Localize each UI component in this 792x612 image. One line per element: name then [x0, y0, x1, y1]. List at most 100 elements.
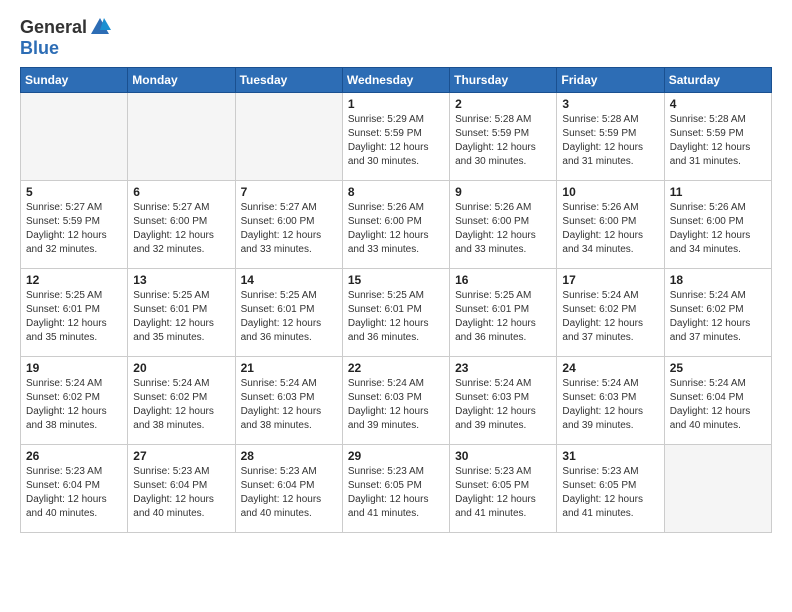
day-number: 1: [348, 97, 444, 111]
day-number: 13: [133, 273, 229, 287]
col-header-tuesday: Tuesday: [235, 68, 342, 93]
day-cell: 19 Sunrise: 5:24 AMSunset: 6:02 PMDayligh…: [21, 357, 128, 445]
day-cell: 25 Sunrise: 5:24 AMSunset: 6:04 PMDayligh…: [664, 357, 771, 445]
day-cell: 13 Sunrise: 5:25 AMSunset: 6:01 PMDayligh…: [128, 269, 235, 357]
cell-info: Sunrise: 5:26 AMSunset: 6:00 PMDaylight:…: [455, 201, 551, 257]
day-number: 26: [26, 449, 122, 463]
day-cell: 20 Sunrise: 5:24 AMSunset: 6:02 PMDayligh…: [128, 357, 235, 445]
day-cell: [21, 93, 128, 181]
day-cell: 2 Sunrise: 5:28 AMSunset: 5:59 PMDaylight…: [450, 93, 557, 181]
day-number: 9: [455, 185, 551, 199]
day-cell: 6Sunrise: 5:27 AMSunset: 6:00 PMDaylight…: [128, 181, 235, 269]
day-number: 19: [26, 361, 122, 375]
cell-info: Sunrise: 5:24 AMSunset: 6:04 PMDaylight:…: [670, 377, 766, 433]
logo-general: General: [20, 17, 87, 38]
cell-info: Sunrise: 5:24 AMSunset: 6:03 PMDaylight:…: [562, 377, 658, 433]
cell-info: Sunrise: 5:23 AMSunset: 6:04 PMDaylight:…: [26, 465, 122, 521]
week-row-2: 5Sunrise: 5:27 AMSunset: 5:59 PMDaylight…: [21, 181, 772, 269]
day-number: 11: [670, 185, 766, 199]
day-number: 30: [455, 449, 551, 463]
day-number: 15: [348, 273, 444, 287]
day-cell: 24 Sunrise: 5:24 AMSunset: 6:03 PMDayligh…: [557, 357, 664, 445]
cell-info: Sunrise: 5:26 AMSunset: 6:00 PMDaylight:…: [670, 201, 766, 257]
day-cell: 4 Sunrise: 5:28 AMSunset: 5:59 PMDaylight…: [664, 93, 771, 181]
cell-info: Sunrise: 5:25 AMSunset: 6:01 PMDaylight:…: [455, 289, 551, 345]
cell-info: Sunrise: 5:26 AMSunset: 6:00 PMDaylight:…: [348, 201, 444, 257]
cell-info: Sunrise: 5:28 AMSunset: 5:59 PMDaylight:…: [670, 113, 766, 169]
cell-info: Sunrise: 5:23 AMSunset: 6:04 PMDaylight:…: [133, 465, 229, 521]
day-cell: 9 Sunrise: 5:26 AMSunset: 6:00 PMDaylight…: [450, 181, 557, 269]
day-number: 24: [562, 361, 658, 375]
cell-info: Sunrise: 5:25 AMSunset: 6:01 PMDaylight:…: [26, 289, 122, 345]
col-header-friday: Friday: [557, 68, 664, 93]
cell-info: Sunrise: 5:24 AMSunset: 6:02 PMDaylight:…: [26, 377, 122, 433]
day-number: 14: [241, 273, 337, 287]
day-cell: 28 Sunrise: 5:23 AMSunset: 6:04 PMDayligh…: [235, 445, 342, 533]
col-header-saturday: Saturday: [664, 68, 771, 93]
day-number: 5: [26, 185, 122, 199]
day-cell: 8Sunrise: 5:26 AMSunset: 6:00 PMDaylight…: [342, 181, 449, 269]
week-row-1: 1 Sunrise: 5:29 AMSunset: 5:59 PMDaylight…: [21, 93, 772, 181]
cell-info: Sunrise: 5:24 AMSunset: 6:02 PMDaylight:…: [133, 377, 229, 433]
cell-info: Sunrise: 5:28 AMSunset: 5:59 PMDaylight:…: [562, 113, 658, 169]
day-number: 17: [562, 273, 658, 287]
week-row-4: 19 Sunrise: 5:24 AMSunset: 6:02 PMDayligh…: [21, 357, 772, 445]
day-cell: 31Sunrise: 5:23 AMSunset: 6:05 PMDayligh…: [557, 445, 664, 533]
day-number: 20: [133, 361, 229, 375]
cell-info: Sunrise: 5:23 AMSunset: 6:04 PMDaylight:…: [241, 465, 337, 521]
cell-info: Sunrise: 5:23 AMSunset: 6:05 PMDaylight:…: [348, 465, 444, 521]
col-header-thursday: Thursday: [450, 68, 557, 93]
cell-info: Sunrise: 5:29 AMSunset: 5:59 PMDaylight:…: [348, 113, 444, 169]
day-number: 18: [670, 273, 766, 287]
day-cell: 14 Sunrise: 5:25 AMSunset: 6:01 PMDayligh…: [235, 269, 342, 357]
day-cell: 11 Sunrise: 5:26 AMSunset: 6:00 PMDayligh…: [664, 181, 771, 269]
day-number: 4: [670, 97, 766, 111]
cell-info: Sunrise: 5:26 AMSunset: 6:00 PMDaylight:…: [562, 201, 658, 257]
day-cell: 18 Sunrise: 5:24 AMSunset: 6:02 PMDayligh…: [664, 269, 771, 357]
day-number: 10: [562, 185, 658, 199]
day-number: 27: [133, 449, 229, 463]
day-cell: 16Sunrise: 5:25 AMSunset: 6:01 PMDayligh…: [450, 269, 557, 357]
day-cell: 5Sunrise: 5:27 AMSunset: 5:59 PMDaylight…: [21, 181, 128, 269]
day-cell: 7 Sunrise: 5:27 AMSunset: 6:00 PMDaylight…: [235, 181, 342, 269]
day-number: 29: [348, 449, 444, 463]
day-cell: [128, 93, 235, 181]
day-number: 6: [133, 185, 229, 199]
cell-info: Sunrise: 5:25 AMSunset: 6:01 PMDaylight:…: [241, 289, 337, 345]
day-cell: 27 Sunrise: 5:23 AMSunset: 6:04 PMDayligh…: [128, 445, 235, 533]
day-number: 7: [241, 185, 337, 199]
day-cell: 1 Sunrise: 5:29 AMSunset: 5:59 PMDaylight…: [342, 93, 449, 181]
cell-info: Sunrise: 5:24 AMSunset: 6:03 PMDaylight:…: [241, 377, 337, 433]
day-cell: 29 Sunrise: 5:23 AMSunset: 6:05 PMDayligh…: [342, 445, 449, 533]
cell-info: Sunrise: 5:28 AMSunset: 5:59 PMDaylight:…: [455, 113, 551, 169]
cell-info: Sunrise: 5:27 AMSunset: 6:00 PMDaylight:…: [241, 201, 337, 257]
day-cell: 21 Sunrise: 5:24 AMSunset: 6:03 PMDayligh…: [235, 357, 342, 445]
cell-info: Sunrise: 5:24 AMSunset: 6:02 PMDaylight:…: [562, 289, 658, 345]
day-number: 28: [241, 449, 337, 463]
day-cell: 12Sunrise: 5:25 AMSunset: 6:01 PMDayligh…: [21, 269, 128, 357]
day-number: 21: [241, 361, 337, 375]
day-cell: 3 Sunrise: 5:28 AMSunset: 5:59 PMDaylight…: [557, 93, 664, 181]
day-cell: 22Sunrise: 5:24 AMSunset: 6:03 PMDayligh…: [342, 357, 449, 445]
day-number: 3: [562, 97, 658, 111]
logo-icon: [89, 16, 111, 38]
day-cell: 26 Sunrise: 5:23 AMSunset: 6:04 PMDayligh…: [21, 445, 128, 533]
day-cell: 15Sunrise: 5:25 AMSunset: 6:01 PMDayligh…: [342, 269, 449, 357]
cell-info: Sunrise: 5:24 AMSunset: 6:02 PMDaylight:…: [670, 289, 766, 345]
cell-info: Sunrise: 5:23 AMSunset: 6:05 PMDaylight:…: [455, 465, 551, 521]
day-number: 25: [670, 361, 766, 375]
day-cell: [664, 445, 771, 533]
cell-info: Sunrise: 5:23 AMSunset: 6:05 PMDaylight:…: [562, 465, 658, 521]
day-number: 2: [455, 97, 551, 111]
cell-info: Sunrise: 5:25 AMSunset: 6:01 PMDaylight:…: [133, 289, 229, 345]
cell-info: Sunrise: 5:24 AMSunset: 6:03 PMDaylight:…: [455, 377, 551, 433]
col-header-monday: Monday: [128, 68, 235, 93]
logo-blue: Blue: [20, 38, 59, 58]
day-cell: 23Sunrise: 5:24 AMSunset: 6:03 PMDayligh…: [450, 357, 557, 445]
week-row-5: 26 Sunrise: 5:23 AMSunset: 6:04 PMDayligh…: [21, 445, 772, 533]
calendar-table: SundayMondayTuesdayWednesdayThursdayFrid…: [20, 67, 772, 533]
day-cell: 10 Sunrise: 5:26 AMSunset: 6:00 PMDayligh…: [557, 181, 664, 269]
calendar-header-row: SundayMondayTuesdayWednesdayThursdayFrid…: [21, 68, 772, 93]
day-cell: 17 Sunrise: 5:24 AMSunset: 6:02 PMDayligh…: [557, 269, 664, 357]
day-cell: [235, 93, 342, 181]
